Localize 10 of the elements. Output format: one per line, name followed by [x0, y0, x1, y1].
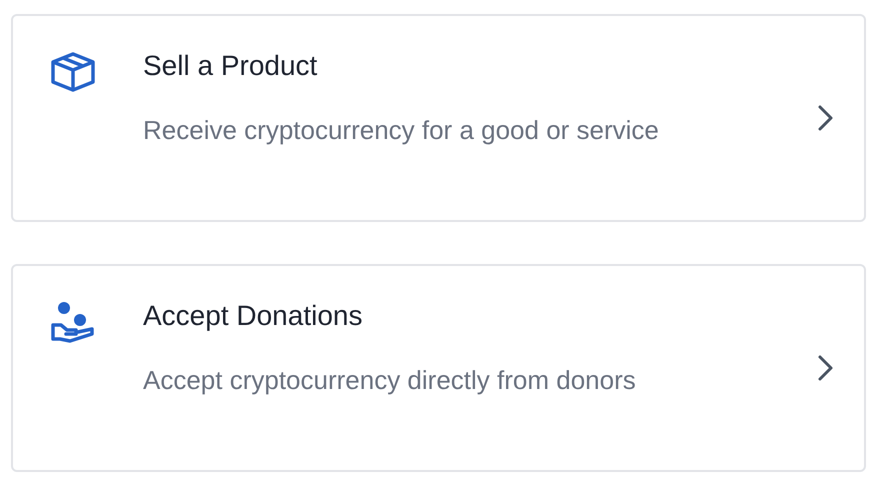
chevron-right-icon	[816, 104, 834, 132]
box-icon	[50, 52, 96, 92]
hand-coins-icon	[50, 301, 96, 343]
option-title: Accept Donations	[143, 299, 364, 333]
option-description: Receive cryptocurrency for a good or service	[143, 114, 660, 147]
option-description: Accept cryptocurrency directly from donors	[143, 364, 637, 397]
option-title: Sell a Product	[143, 49, 318, 83]
option-card[interactable]: Accept Donations Accept cryptocurrency directly from donors	[11, 264, 866, 472]
chevron-right-icon	[816, 354, 834, 382]
option-card[interactable]: Sell a Product Receive cryptocurrency for a good or service	[11, 14, 866, 222]
